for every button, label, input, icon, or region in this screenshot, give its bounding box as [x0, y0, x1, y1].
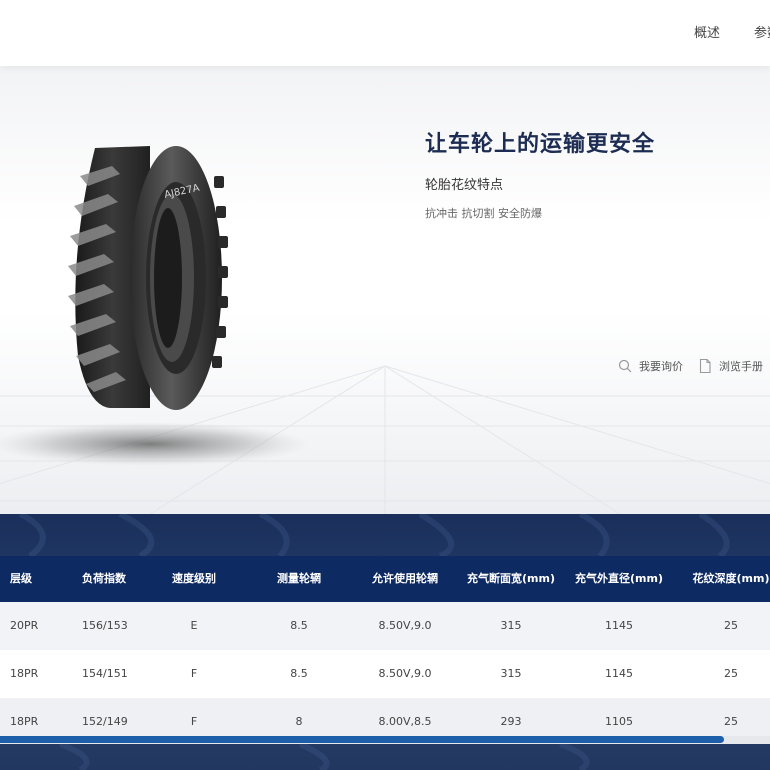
th-section-width: 充气断面宽(mm): [467, 572, 555, 585]
th-measuring-rim: 测量轮辋: [277, 572, 321, 585]
spec-table-section: 层级 负荷指数 速度级别 测量轮辋 允许使用轮辋 充气断面宽(mm) 充气外直径…: [0, 514, 770, 770]
table-row: 18PR 154/151 F 8.5 8.50V,9.0 315 1145 25: [0, 650, 770, 698]
cell-load-index: 154/151: [82, 667, 128, 680]
hero-subtitle: 轮胎花纹特点: [425, 178, 504, 193]
manual-label: 浏览手册: [719, 360, 763, 373]
cell-tread-depth: 25: [724, 667, 738, 680]
inquiry-button[interactable]: 我要询价: [617, 357, 683, 375]
cell-overall-diameter: 1145: [605, 667, 633, 680]
cell-section-width: 315: [500, 619, 522, 632]
th-permitted-rim: 允许使用轮辋: [372, 572, 438, 585]
hero-title: 让车轮上的运输更安全: [425, 132, 656, 157]
th-speed-rating: 速度级别: [172, 572, 216, 585]
search-icon: [618, 359, 632, 373]
nav-item-overview[interactable]: 概述: [694, 22, 720, 41]
cell-ply: 20PR: [10, 619, 39, 632]
nav-item-parameters[interactable]: 参数: [754, 22, 770, 41]
th-overall-diameter: 充气外直径(mm): [575, 572, 663, 585]
cell-measuring-rim: 8.5: [290, 667, 308, 680]
hero-banner: AJ827A 让车轮上的运输更安全 轮胎花纹特点 抗冲击 抗切割 安全防爆 我要…: [0, 66, 770, 514]
cell-measuring-rim: 8.5: [290, 619, 308, 632]
hero-features: 抗冲击 抗切割 安全防爆: [425, 207, 542, 220]
document-icon: [699, 358, 711, 374]
cell-permitted-rim: 8.50V,9.0: [378, 667, 432, 680]
horizontal-scrollbar-thumb[interactable]: [0, 736, 724, 743]
cell-speed-rating: E: [190, 619, 198, 632]
cell-overall-diameter: 1145: [605, 619, 633, 632]
cell-ply: 18PR: [10, 667, 39, 680]
cell-load-index: 156/153: [82, 619, 128, 632]
cell-section-width: 315: [500, 667, 522, 680]
th-load-index: 负荷指数: [82, 572, 126, 585]
cell-speed-rating: F: [190, 667, 198, 680]
table-header: 层级 负荷指数 速度级别 测量轮辋 允许使用轮辋 充气断面宽(mm) 充气外直径…: [0, 556, 770, 602]
tire-image: AJ827A: [0, 146, 310, 466]
cell-permitted-rim: 8.50V,9.0: [378, 619, 432, 632]
manual-button[interactable]: 浏览手册: [697, 357, 763, 375]
th-ply: 层级: [10, 572, 32, 585]
top-nav: 概述 参数: [0, 0, 770, 66]
inquiry-label: 我要询价: [639, 360, 683, 373]
cell-tread-depth: 25: [724, 619, 738, 632]
th-tread-depth: 花纹深度(mm): [692, 572, 770, 585]
table-row: 20PR 156/153 E 8.5 8.50V,9.0 315 1145 25: [0, 602, 770, 650]
